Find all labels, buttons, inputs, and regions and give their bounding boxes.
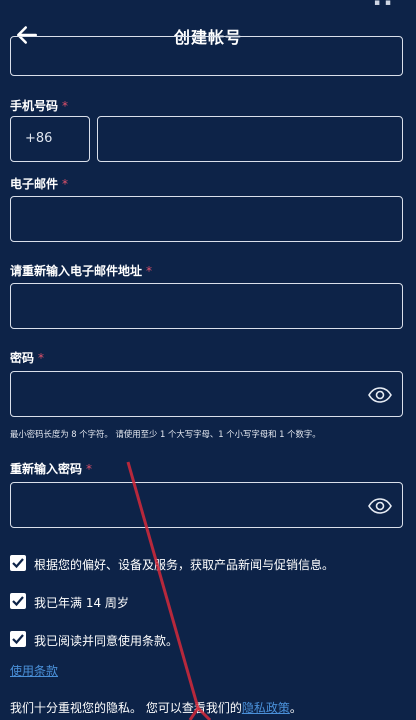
terms-agree-checkbox[interactable]: [10, 631, 26, 647]
email-label-text: 电子邮件: [10, 177, 59, 191]
password-confirm-required-mark: *: [86, 462, 93, 476]
password-confirm-input[interactable]: [10, 482, 403, 528]
previous-field-input[interactable]: [10, 36, 403, 76]
password-confirm-label-text: 重新输入密码: [10, 462, 83, 476]
phone-input[interactable]: [97, 116, 403, 162]
eye-icon: [368, 387, 392, 403]
terms-agree-label: 我已阅读并同意使用条款。: [34, 634, 179, 648]
phone-label-text: 手机号码: [10, 99, 59, 113]
privacy-notice-suffix: 。: [289, 701, 302, 715]
check-icon: [12, 596, 24, 607]
country-code-value: +86: [25, 131, 53, 146]
show-password-button[interactable]: [368, 383, 392, 407]
email-confirm-required-mark: *: [146, 264, 153, 278]
password-required-mark: *: [38, 351, 45, 365]
email-confirm-label: 请重新输入电子邮件地址 *: [10, 262, 152, 279]
status-bar: ▪ ▪: [0, 0, 416, 8]
password-label-text: 密码: [10, 351, 35, 365]
terms-link[interactable]: 使用条款: [10, 662, 58, 679]
age-confirm-checkbox[interactable]: [10, 593, 26, 609]
check-icon: [12, 634, 24, 645]
password-hint: 最小密码长度为 8 个字符。 请使用至少 1 个大写字母、1 个小写字母和 1 …: [10, 429, 321, 439]
privacy-notice: 我们十分重视您的隐私。 您可以查看我们的隐私政策。: [10, 699, 302, 716]
email-input[interactable]: [10, 196, 403, 242]
privacy-notice-text: 我们十分重视您的隐私。 您可以查看我们的: [10, 701, 242, 715]
email-label: 电子邮件 *: [10, 175, 68, 192]
marketing-consent-checkbox[interactable]: [10, 555, 26, 571]
check-icon: [12, 558, 24, 569]
password-input[interactable]: [10, 371, 403, 417]
marketing-consent-label: 根据您的偏好、设备及服务，获取产品新闻与促销信息。: [34, 558, 335, 572]
show-password-confirm-button[interactable]: [368, 494, 392, 518]
email-confirm-label-text: 请重新输入电子邮件地址: [10, 264, 143, 278]
password-confirm-label: 重新输入密码 *: [10, 460, 92, 477]
eye-icon: [368, 498, 392, 514]
status-indicators: ▪ ▪: [373, 0, 392, 8]
country-code-select[interactable]: +86: [10, 116, 90, 162]
password-label: 密码 *: [10, 349, 44, 366]
email-confirm-input[interactable]: [10, 283, 403, 329]
phone-label: 手机号码 *: [10, 97, 68, 114]
email-required-mark: *: [62, 177, 69, 191]
phone-required-mark: *: [62, 99, 69, 113]
age-confirm-label: 我已年满 14 周岁: [34, 596, 129, 610]
privacy-policy-link[interactable]: 隐私政策: [242, 701, 290, 715]
